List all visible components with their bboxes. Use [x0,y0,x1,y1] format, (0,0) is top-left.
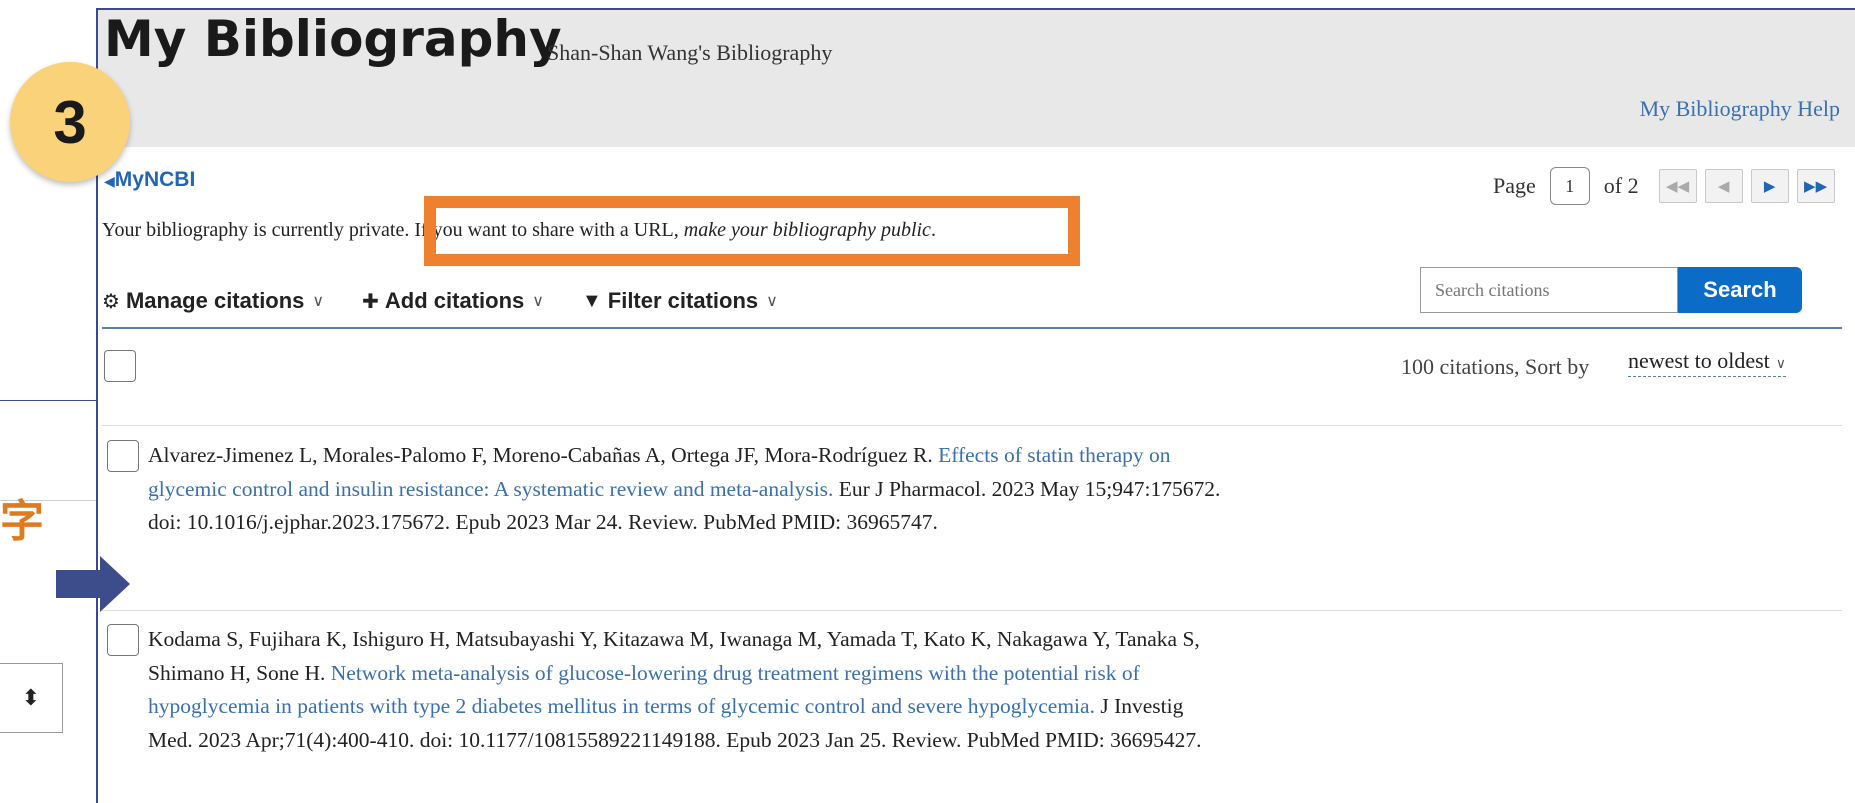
row-divider [102,425,1842,426]
select-all-checkbox[interactable] [104,350,136,382]
right-arrow-icon [56,556,130,612]
citation-checkbox[interactable] [107,440,139,472]
next-page-icon[interactable]: ▶ [1750,169,1789,203]
filter-citations-label: Filter citations [607,288,759,313]
page-title: My Bibliography [104,10,562,68]
highlight-box [424,196,1080,266]
help-link[interactable]: My Bibliography Help [1640,96,1840,122]
caret-left-icon: ◀ [104,173,115,189]
citation-toolbar: ⚙ Manage citations ∨ ✚ Add citations ∨ ▼… [102,288,816,314]
page-label: Page [1493,173,1536,198]
sort-updown-icon[interactable]: ⬍ [0,663,63,733]
sort-value: newest to oldest [1628,348,1770,373]
step-badge: 3 [10,62,130,182]
filter-icon: ▼ [581,289,602,312]
last-page-icon[interactable]: ▶▶ [1796,169,1835,203]
page-total: of 2 [1603,173,1639,198]
search-input[interactable]: Search citations [1420,267,1678,313]
chevron-down-icon: ∨ [532,293,544,310]
first-page-icon[interactable]: ◀◀ [1658,169,1697,203]
chevron-down-icon: ∨ [312,293,325,310]
citation-item: Alvarez-Jimenez L, Morales-Palomo F, Mor… [148,439,1228,540]
citation-authors: Alvarez-Jimenez L, Morales-Palomo F, Mor… [148,443,939,467]
prev-page-icon[interactable]: ◀ [1704,169,1743,203]
citation-count: 100 citations, Sort by [1401,354,1590,379]
citation-checkbox[interactable] [107,624,139,656]
gear-icon: ⚙ [102,290,120,313]
manage-citations-menu[interactable]: ⚙ Manage citations ∨ [102,288,324,314]
chevron-down-icon: ∨ [1775,357,1787,372]
add-citations-label: Add citations [384,288,525,313]
pager: Page 1 of 2 ◀◀ ◀ ▶ ▶▶ [1493,167,1835,205]
add-citations-menu[interactable]: ✚ Add citations ∨ [362,288,544,314]
myncbi-label: MyNCBI [114,168,196,191]
row-divider [102,610,1842,611]
left-fragment-text: 字 [0,497,44,546]
myncbi-back-link[interactable]: ◀MyNCBI [104,168,195,192]
citation-item: Kodama S, Fujihara K, Ishiguro H, Matsub… [148,623,1228,757]
manage-citations-label: Manage citations [125,288,305,313]
chevron-down-icon: ∨ [766,293,778,310]
plus-icon: ✚ [362,290,379,313]
search-button[interactable]: Search [1678,267,1802,313]
toolbar-divider [102,327,1842,329]
page-number-input[interactable]: 1 [1549,167,1590,205]
sort-select[interactable]: newest to oldest ∨ [1628,348,1787,377]
page-subtitle: Shan-Shan Wang's Bibliography [547,40,833,65]
left-panel-rule [0,400,96,401]
filter-citations-menu[interactable]: ▼ Filter citations ∨ [582,288,778,314]
